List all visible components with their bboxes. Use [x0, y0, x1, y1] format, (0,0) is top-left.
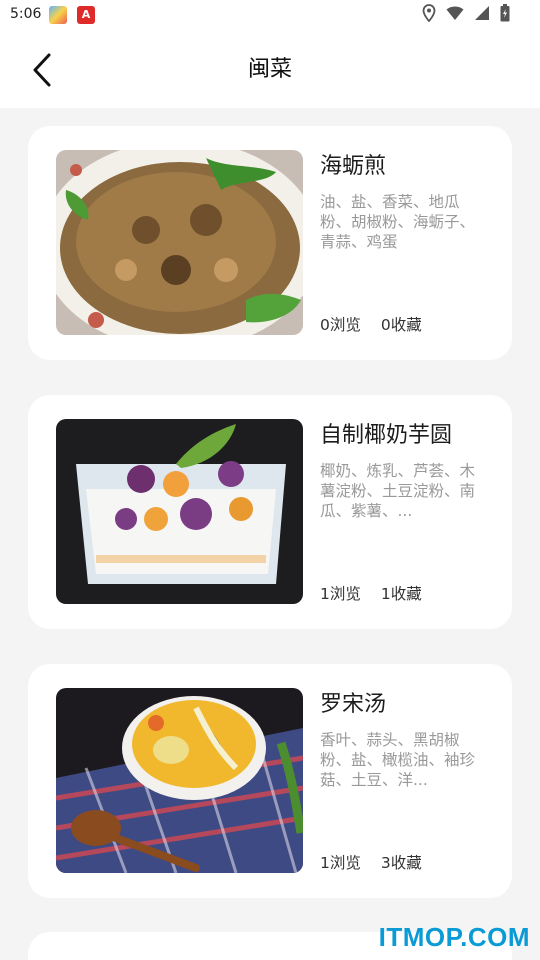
back-arrow-icon: [33, 53, 51, 87]
views-count: 1浏览: [320, 854, 361, 872]
favorites-count: 1收藏: [380, 585, 422, 603]
watermark: ITMOP.COM: [378, 922, 530, 952]
recipe-stats: 1浏览 1收藏: [320, 582, 422, 604]
status-bar: 5:06 A: [0, 0, 540, 32]
recipe-name: 海蛎煎: [320, 154, 387, 179]
views-count: 1浏览: [320, 585, 361, 603]
back-button[interactable]: [22, 48, 62, 92]
recipe-stats: 0浏览 0收藏: [320, 313, 422, 335]
recipe-stats: 1浏览 3收藏: [320, 851, 422, 873]
favorites-count: 3收藏: [380, 854, 422, 872]
recipe-image: [56, 150, 303, 335]
recipe-card[interactable]: 自制椰奶芋圆 椰奶、炼乳、芦荟、木薯淀粉、土豆淀粉、南瓜、紫薯、... 1浏览 …: [28, 395, 512, 629]
status-time: 5:06: [10, 6, 42, 22]
signal-icon: [474, 5, 490, 25]
notification-app-icon: [49, 6, 67, 24]
recipe-ingredients: 椰奶、炼乳、芦荟、木薯淀粉、土豆淀粉、南瓜、紫薯、...: [320, 462, 476, 520]
recipe-card[interactable]: 海蛎煎 油、盐、香菜、地瓜粉、胡椒粉、海蛎子、青蒜、鸡蛋 0浏览 0收藏: [28, 126, 512, 360]
views-count: 0浏览: [320, 316, 361, 334]
recipe-image: [56, 688, 303, 873]
page-title: 闽菜: [247, 57, 292, 82]
location-icon: [422, 4, 436, 26]
recipe-card[interactable]: 罗宋汤 香叶、蒜头、黑胡椒粉、盐、橄榄油、袖珍菇、土豆、洋... 1浏览 3收藏: [28, 664, 512, 898]
recipe-ingredients: 香叶、蒜头、黑胡椒粉、盐、橄榄油、袖珍菇、土豆、洋...: [320, 731, 476, 789]
recipe-name: 自制椰奶芋圆: [320, 423, 453, 448]
recipe-image: [56, 419, 303, 604]
battery-icon: [500, 4, 510, 26]
notification-app-icon-2: A: [77, 6, 95, 24]
recipe-name: 罗宋汤: [320, 692, 387, 717]
recipe-ingredients: 油、盐、香菜、地瓜粉、胡椒粉、海蛎子、青蒜、鸡蛋: [320, 193, 476, 251]
status-icons: [422, 4, 510, 26]
header: 闽菜: [0, 32, 540, 108]
favorites-count: 0收藏: [380, 316, 422, 334]
wifi-icon: [446, 5, 464, 25]
